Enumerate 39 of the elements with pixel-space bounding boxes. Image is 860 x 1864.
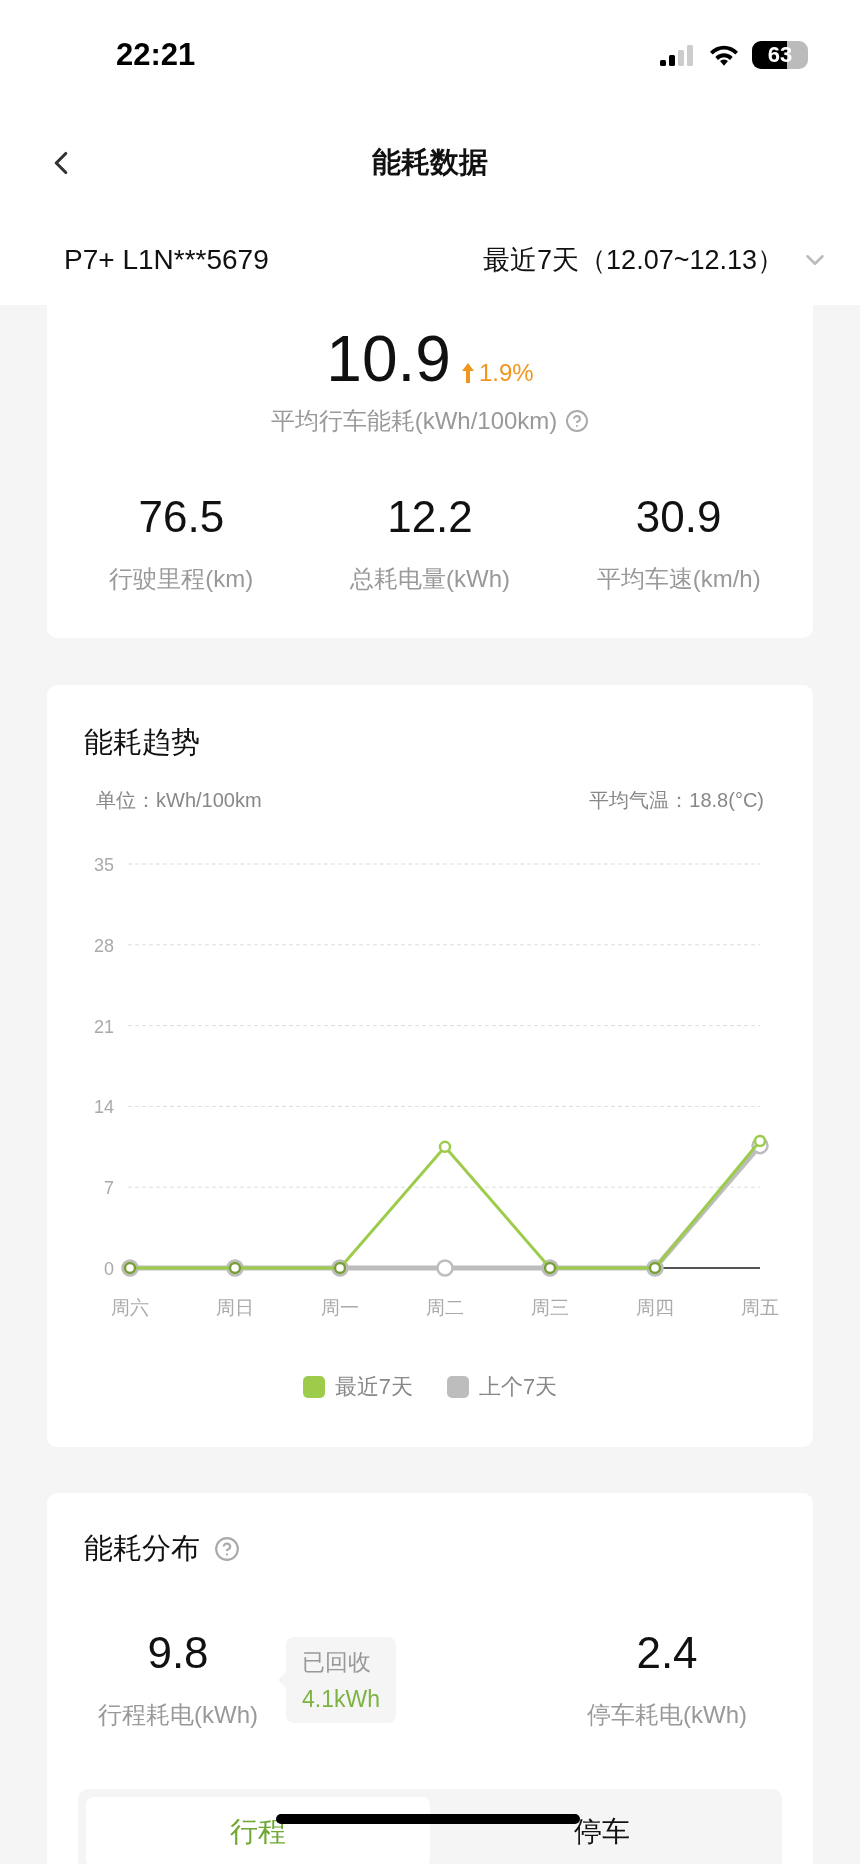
x-tick-label: 周一 (321, 1297, 359, 1318)
stat-value: 76.5 (138, 495, 225, 539)
x-tick-label: 周三 (531, 1297, 569, 1318)
y-tick-label: 28 (93, 935, 114, 956)
average-consumption-label: 平均行车能耗(kWh/100km) (270, 406, 558, 436)
driving-consumption-value: 9.8 (147, 1631, 209, 1675)
y-tick-label: 35 (93, 855, 114, 875)
change-percent: 1.9% (478, 359, 534, 387)
stat-value: 30.9 (635, 495, 722, 539)
segment-tab[interactable]: 停车 (430, 1797, 774, 1864)
parking-consumption-value: 2.4 (636, 1631, 698, 1675)
driving-consumption-label: 行程耗电(kWh) (98, 1700, 258, 1730)
y-tick-label: 21 (93, 1016, 114, 1037)
x-tick-label: 周二 (426, 1297, 464, 1318)
page-title: 能耗数据 (372, 144, 488, 180)
x-tick-label: 周五 (741, 1297, 779, 1318)
x-tick-label: 周六 (111, 1297, 149, 1318)
y-tick-label: 14 (93, 1097, 114, 1118)
legend-label: 最近7天 (334, 1373, 413, 1401)
status-time: 22:21 (116, 37, 196, 73)
parking-consumption-label: 停车耗电(kWh) (587, 1700, 747, 1730)
period-selector[interactable]: 最近7天（12.07~12.13） (483, 242, 830, 278)
x-tick-label: 周四 (636, 1297, 674, 1318)
recovered-label: 已回收 (302, 1648, 372, 1677)
section-title: 能耗分布 (84, 1531, 200, 1566)
recovered-value: 4.1kWh (302, 1686, 380, 1713)
stat-label: 总耗电量(kWh) (350, 564, 510, 594)
unit-label: 单位：kWh/100km (96, 788, 262, 813)
y-tick-label: 0 (104, 1259, 114, 1279)
average-consumption-value: 10.9 (326, 327, 451, 391)
stat-label: 平均车速(km/h) (596, 564, 761, 594)
temperature-label: 平均气温：18.8(°C) (589, 788, 764, 813)
stat-value: 12.2 (387, 495, 473, 539)
legend-label: 上个7天 (479, 1373, 558, 1401)
vehicle-name: P7+ L1N***5679 (64, 244, 269, 276)
section-title: 能耗趋势 (84, 726, 200, 758)
stat-label: 行驶里程(km) (109, 564, 254, 594)
y-tick-label: 7 (104, 1178, 114, 1199)
x-tick-label: 周日 (216, 1297, 254, 1318)
